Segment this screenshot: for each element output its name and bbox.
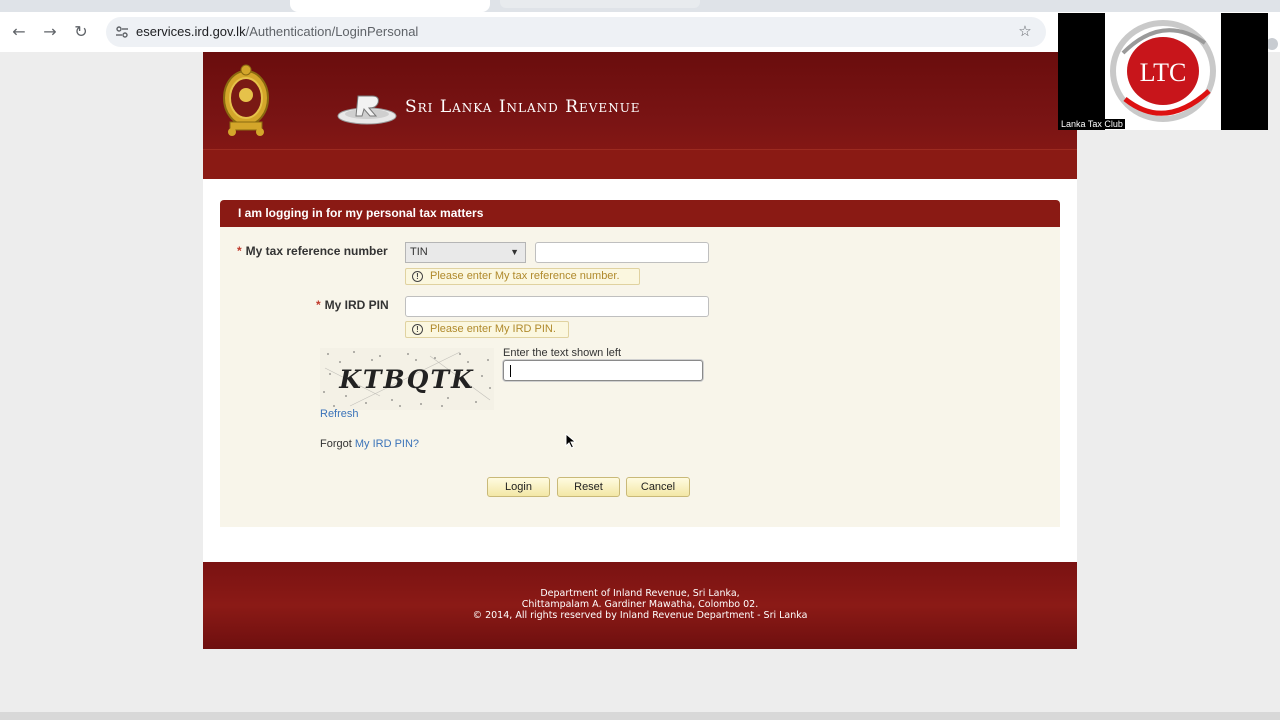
footer-text: Department of Inland Revenue, Sri Lanka,… [203,588,1077,621]
tax-ref-type-select[interactable]: TIN ▼ [405,242,526,263]
reload-icon[interactable]: ↻ [71,22,91,42]
tab-inactive[interactable] [500,0,700,8]
captcha-image: KTBQTK [320,348,494,410]
pin-label-text: My IRD PIN [324,298,389,312]
bookmark-star-icon[interactable]: ☆ [1016,22,1034,40]
forgot-prefix: Forgot [320,438,352,450]
url-text[interactable]: eservices.ird.gov.lk/Authentication/Logi… [136,24,418,39]
ltc-logo-icon: LTC [1110,20,1216,122]
required-mark: * [316,298,321,312]
site-info-icon[interactable] [114,24,130,40]
login-page: Sri Lanka Inland Revenue I am logging in… [203,52,1077,649]
cancel-button[interactable]: Cancel [626,477,690,497]
ltc-logo-text: LTC [1140,58,1187,87]
pin-input[interactable] [405,296,709,317]
pin-hint: ! Please enter My IRD PIN. [405,321,569,338]
tax-ref-hint: ! Please enter My tax reference number. [405,268,640,285]
tab-strip [0,0,1280,12]
header-band [203,149,1077,179]
reset-button[interactable]: Reset [557,477,620,497]
forgot-pin-link[interactable]: My IRD PIN? [355,438,419,450]
tab-active[interactable] [290,0,490,12]
site-header: Sri Lanka Inland Revenue [203,52,1077,179]
address-bar[interactable]: eservices.ird.gov.lk/Authentication/Logi… [106,17,1046,47]
back-icon[interactable]: ← [9,22,29,42]
tax-ref-input[interactable] [535,242,709,263]
info-icon: ! [412,324,423,335]
footer-line-2: Chittampalam A. Gardiner Mawatha, Colomb… [521,599,759,610]
forgot-pin-row: Forgot My IRD PIN? [320,438,419,450]
tax-ref-label-text: My tax reference number [245,244,388,258]
tax-ref-label: * My tax reference number [237,244,388,258]
ird-logo-icon [337,95,397,125]
captcha-label: Enter the text shown left [503,347,622,359]
bottom-bar [0,712,1280,720]
brand-title: Sri Lanka Inland Revenue [405,97,641,117]
required-mark: * [237,244,242,258]
site-footer: Department of Inland Revenue, Sri Lanka,… [203,562,1077,649]
info-icon: ! [412,271,423,282]
tax-ref-type-value: TIN [410,246,428,258]
footer-line-3: © 2014, All rights reserved by Inland Re… [472,610,808,621]
pin-label: * My IRD PIN [316,298,389,312]
ltc-logo-box: LTC [1105,13,1221,130]
login-panel: I am logging in for my personal tax matt… [220,200,1060,527]
refresh-captcha-link[interactable]: Refresh [320,408,359,420]
url-path: /Authentication/LoginPersonal [245,24,419,39]
captcha-text: KTBQTK [338,365,475,394]
text-cursor [510,365,511,377]
video-overlay: LTC Lanka Tax Club [1058,13,1268,130]
login-button[interactable]: Login [487,477,550,497]
tax-ref-hint-text: Please enter My tax reference number. [430,270,620,282]
url-host: eservices.ird.gov.lk [136,24,246,39]
emblem-icon [223,64,269,136]
mouse-cursor-icon [565,433,577,449]
pin-hint-text: Please enter My IRD PIN. [430,323,556,335]
forward-icon[interactable]: → [40,22,60,42]
chevron-down-icon: ▼ [510,247,519,257]
footer-line-1: Department of Inland Revenue, Sri Lanka, [540,588,740,599]
ltc-caption: Lanka Tax Club [1059,119,1125,129]
captcha-input[interactable] [503,360,703,381]
panel-title: I am logging in for my personal tax matt… [220,200,1060,227]
